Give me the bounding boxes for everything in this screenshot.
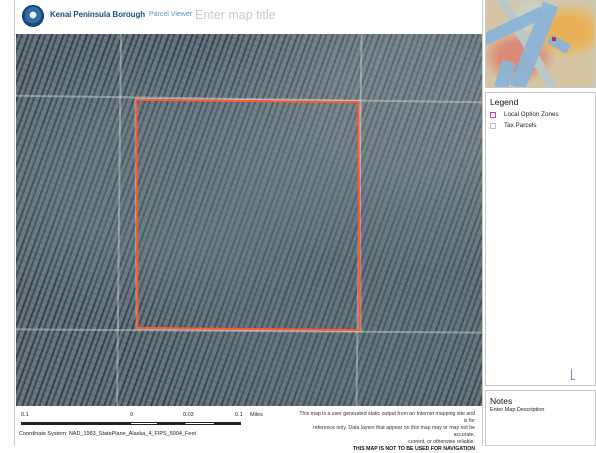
disclaimer-line4: THIS MAP IS NOT TO BE USED FOR NAVIGATIO…: [295, 446, 475, 453]
road-line: [116, 34, 122, 406]
notes-description-input[interactable]: Enter Map Description: [490, 407, 544, 413]
scale-units-label: Miles: [250, 412, 263, 418]
notes-title: Notes: [490, 396, 513, 406]
legend-panel: Legend Local Option Zones Tax Parcels: [485, 92, 596, 386]
scale-labels: 0.1 0 0.03 0.1 Miles: [19, 412, 279, 420]
map-footer: 0.1 0 0.03 0.1 Miles Coordinate System: …: [15, 406, 482, 452]
scale-mid-label: 0.03: [183, 412, 194, 418]
brand-subtitle: Parcel Viewer: [149, 11, 193, 18]
tax-parcels-swatch: [490, 123, 496, 129]
disclaimer-warning: THIS MAP IS NOT TO BE USED FOR NAVIGATIO…: [352, 446, 475, 452]
scale-zero-label: 0: [130, 412, 134, 418]
notes-panel: Notes Enter Map Description: [485, 390, 596, 446]
disclaimer-line2: reference only. Data layers that appear …: [313, 425, 475, 438]
header: Kenai Peninsula Borough Parcel Viewer En…: [15, 0, 482, 35]
borough-seal-icon: [22, 5, 44, 27]
legend-item-label: Tax Parcels: [504, 122, 537, 129]
legend-title: Legend: [490, 97, 519, 107]
brand-title: Kenai Peninsula Borough: [50, 10, 146, 19]
location-marker: [552, 37, 556, 41]
map-title-input[interactable]: Enter map title: [195, 8, 276, 22]
scale-right-label: 0.1: [235, 412, 243, 418]
legend-item-label: Local Option Zones: [504, 111, 559, 118]
disclaimer-line1: This map is a user generated static outp…: [299, 411, 475, 424]
scale-left-label: 0.1: [21, 412, 29, 418]
map-view[interactable]: [16, 34, 482, 406]
resize-handle-icon[interactable]: [571, 369, 575, 380]
disclaimer: This map is a user generated static outp…: [295, 411, 475, 453]
scale-bar: [21, 422, 241, 425]
coordinate-system: Coordinate System: NAD_1983_StatePlane_A…: [19, 431, 197, 437]
overview-map[interactable]: [485, 0, 596, 88]
side-panel: Legend Local Option Zones Tax Parcels No…: [485, 0, 596, 446]
water-body: [546, 34, 572, 54]
disclaimer-line3: current, or otherwise reliable.: [408, 439, 475, 445]
selected-parcel[interactable]: [135, 98, 361, 332]
local-option-zones-swatch: [490, 112, 496, 118]
